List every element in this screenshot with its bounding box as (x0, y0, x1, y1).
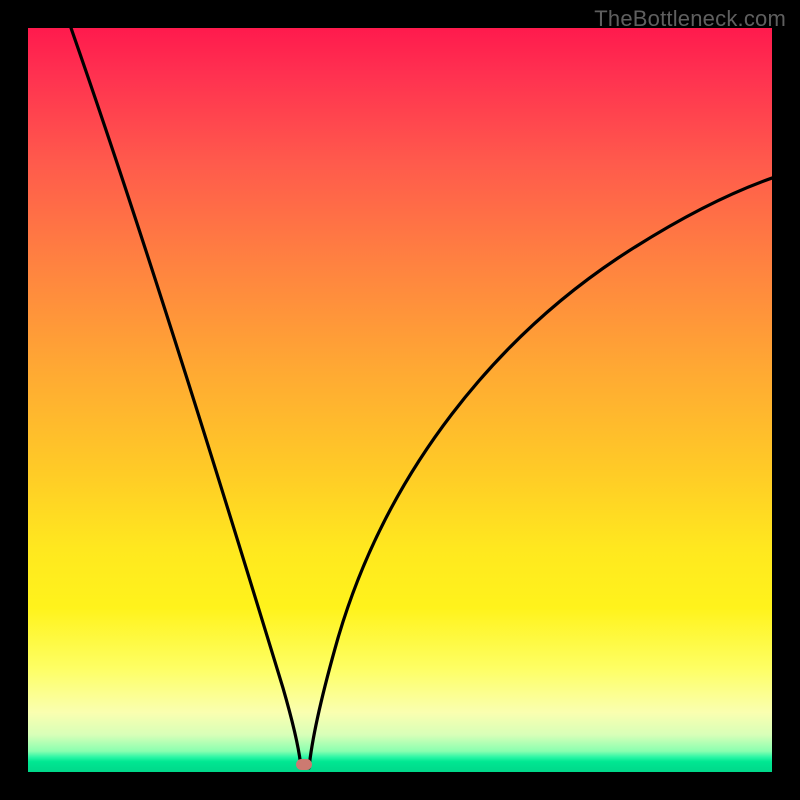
curve-path (71, 28, 772, 768)
bottleneck-curve (28, 28, 772, 772)
watermark-text: TheBottleneck.com (594, 6, 786, 32)
chart-plot-area (28, 28, 772, 772)
minimum-marker (296, 759, 312, 770)
